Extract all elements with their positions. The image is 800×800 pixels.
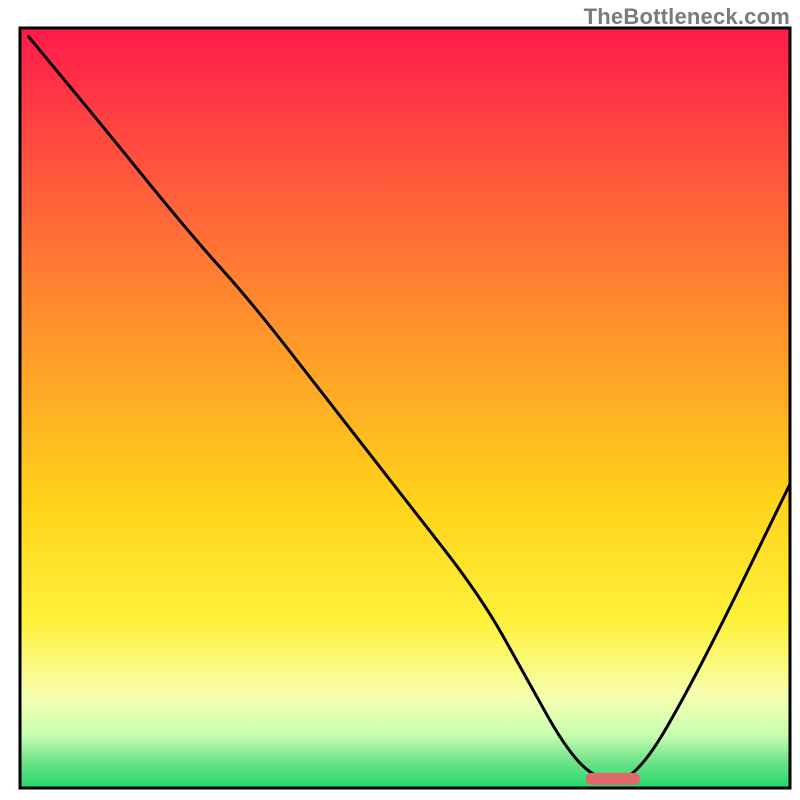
optimal-range-marker bbox=[586, 773, 640, 785]
bottleneck-chart: TheBottleneck.com bbox=[0, 0, 800, 800]
watermark-text: TheBottleneck.com bbox=[584, 4, 790, 30]
chart-svg bbox=[0, 0, 800, 800]
plot-background bbox=[20, 28, 790, 788]
